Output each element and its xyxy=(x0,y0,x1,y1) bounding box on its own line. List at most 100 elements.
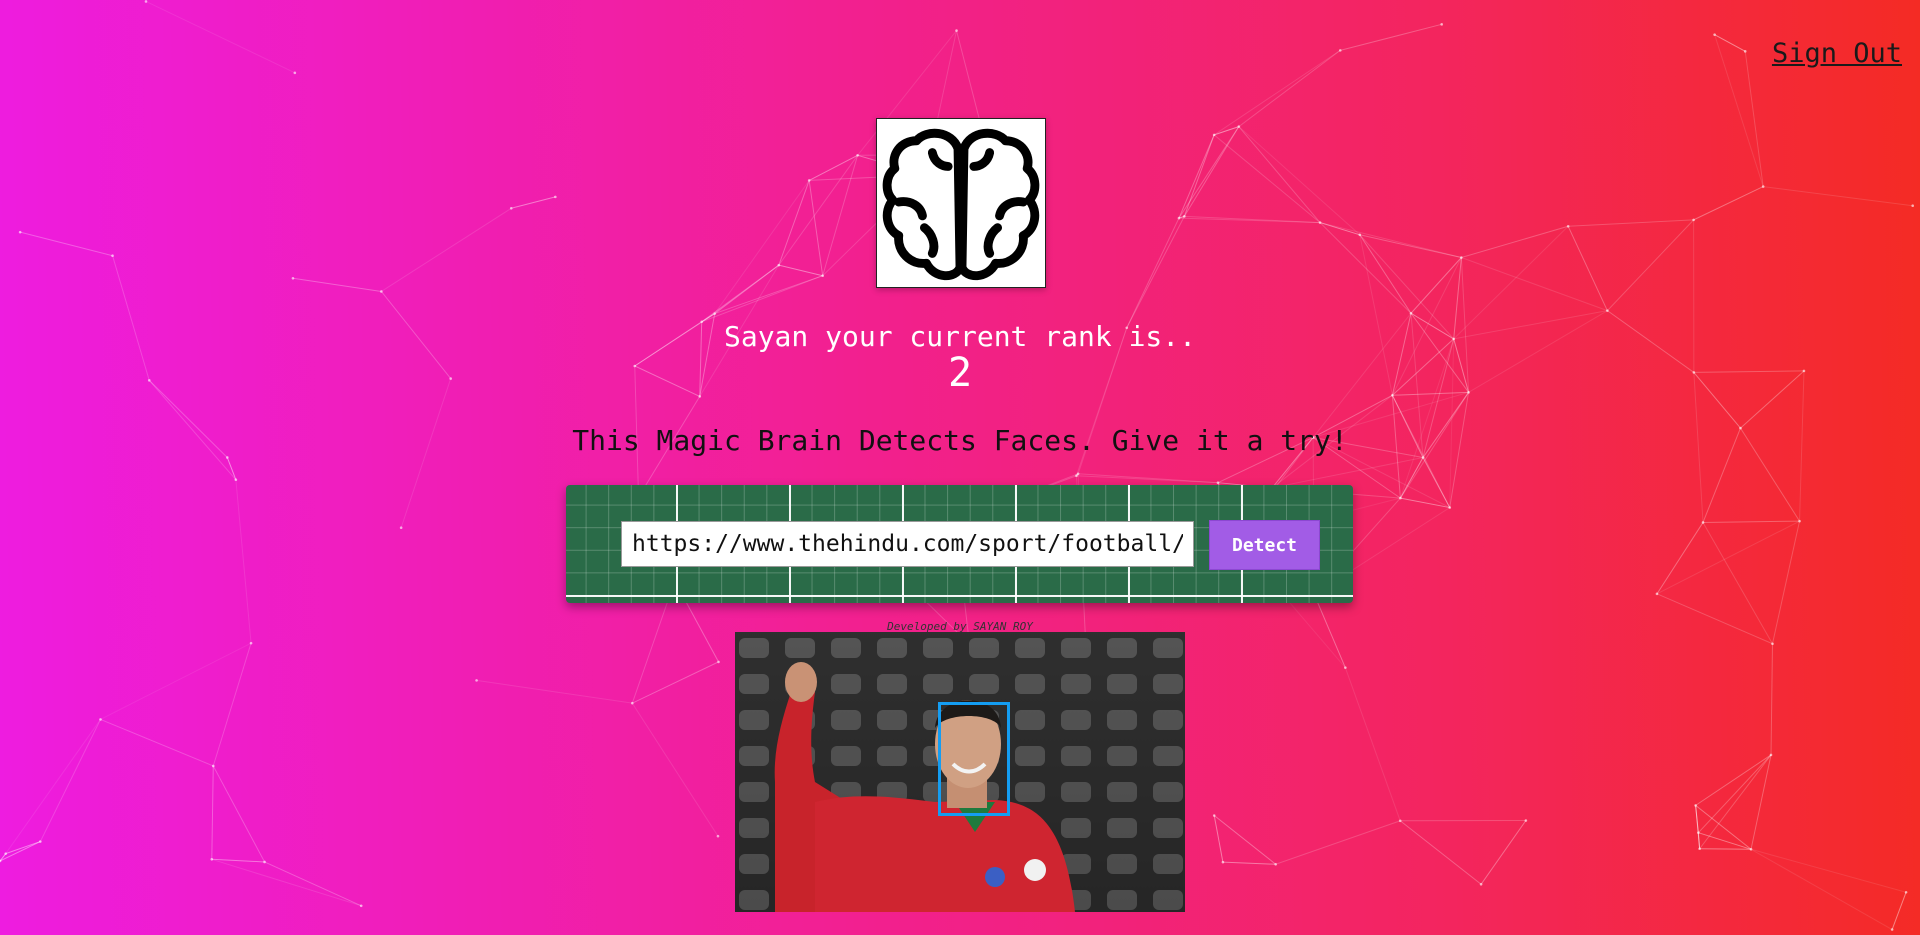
particle-dot xyxy=(1890,928,1894,931)
particle-dot xyxy=(1655,592,1659,596)
particle-dot xyxy=(1524,819,1528,822)
particle-line xyxy=(1222,861,1276,865)
particle-line xyxy=(235,479,252,644)
particle-dot xyxy=(1771,642,1774,646)
image-url-form: Detect xyxy=(566,485,1353,603)
sign-out-link[interactable]: Sign Out xyxy=(1772,38,1902,69)
particle-line xyxy=(1750,848,1893,930)
brain-logo xyxy=(876,118,1046,288)
particle-line xyxy=(1340,23,1442,51)
particle-dot xyxy=(1177,216,1181,220)
particle-line xyxy=(1698,832,1752,850)
face-bounding-box xyxy=(938,702,1010,816)
particle-line xyxy=(211,858,362,907)
particle-dot xyxy=(380,290,383,293)
rank-message: Sayan your current rank is.. xyxy=(723,320,1196,353)
particle-line xyxy=(1770,643,1773,755)
particle-line xyxy=(381,207,512,292)
particle-dot xyxy=(1448,506,1452,509)
particle-dot xyxy=(1212,133,1216,137)
particle-dot xyxy=(1911,204,1915,208)
particle-line xyxy=(1714,34,1764,187)
particle-line xyxy=(1319,222,1462,259)
particle-dot xyxy=(1358,233,1362,237)
particle-line xyxy=(1568,219,1694,227)
particle-line xyxy=(1078,473,1218,484)
particle-line xyxy=(1750,848,1907,893)
particle-dot xyxy=(777,263,781,267)
image-url-input[interactable] xyxy=(621,521,1194,567)
particle-line xyxy=(1891,892,1907,930)
particle-line xyxy=(1422,457,1451,508)
particle-line xyxy=(714,275,823,315)
particle-line xyxy=(1076,475,1218,484)
particle-line xyxy=(1184,215,1321,224)
particle-dot xyxy=(1694,804,1697,807)
rank-value: 2 xyxy=(947,350,973,396)
particle-dot xyxy=(509,206,513,210)
particle-dot xyxy=(713,312,717,315)
particle-dot xyxy=(475,679,478,682)
particle-line xyxy=(211,858,265,863)
particle-line xyxy=(5,719,101,854)
particle-dot xyxy=(1713,33,1716,36)
particle-line xyxy=(1178,217,1321,224)
particle-dot xyxy=(263,860,266,864)
particle-dot xyxy=(1274,862,1277,866)
particle-line xyxy=(1344,667,1401,821)
particle-line xyxy=(1698,754,1772,834)
particle-line xyxy=(1126,217,1180,329)
brain-icon xyxy=(882,128,1040,281)
particle-dot xyxy=(293,71,297,75)
particle-line xyxy=(1178,134,1215,219)
particle-dot xyxy=(1749,847,1753,851)
particle-line xyxy=(1656,593,1773,645)
particle-line xyxy=(1461,225,1569,258)
particle-dot xyxy=(1692,218,1695,222)
particle-line xyxy=(212,765,266,863)
particle-dot xyxy=(99,718,102,721)
particle-dot xyxy=(1769,753,1773,757)
particle-line xyxy=(631,702,719,837)
detect-button[interactable]: Detect xyxy=(1209,520,1320,570)
particle-line xyxy=(100,718,214,767)
particle-dot xyxy=(821,274,824,278)
particle-dot xyxy=(955,29,958,32)
particle-dot xyxy=(1183,215,1186,218)
particle-line xyxy=(20,231,113,257)
particle-line xyxy=(1750,754,1772,850)
particle-line xyxy=(632,661,719,704)
particle-dot xyxy=(1761,185,1765,188)
particle-dot xyxy=(1479,882,1483,886)
particle-dot xyxy=(111,254,114,258)
particle-line xyxy=(778,264,823,277)
particle-dot xyxy=(210,857,214,861)
particle-line xyxy=(1400,497,1450,509)
particle-line xyxy=(1213,815,1224,863)
particle-line xyxy=(714,264,780,314)
particle-line xyxy=(1178,215,1185,219)
particle-dot xyxy=(1701,521,1705,524)
particle-dot xyxy=(291,276,295,280)
particle-line xyxy=(778,180,810,266)
particle-line xyxy=(476,679,633,704)
particle-line xyxy=(1319,222,1360,236)
particle-dot xyxy=(1904,890,1908,894)
particle-line xyxy=(1695,805,1701,849)
particle-dot xyxy=(211,764,215,768)
particle-line xyxy=(701,275,823,323)
particle-line xyxy=(1656,520,1800,595)
particle-dot xyxy=(144,0,148,3)
particle-line xyxy=(212,643,252,767)
particle-line xyxy=(822,155,859,276)
particle-line xyxy=(1699,848,1752,850)
particle-dot xyxy=(1338,49,1342,52)
particle-line xyxy=(226,457,237,480)
particle-dot xyxy=(1460,256,1463,259)
particle-dot xyxy=(1212,814,1216,817)
particle-line xyxy=(1567,226,1608,311)
particle-line xyxy=(1695,804,1752,850)
particle-line xyxy=(1693,186,1764,221)
particle-dot xyxy=(1798,519,1801,523)
particle-line xyxy=(1213,126,1239,136)
